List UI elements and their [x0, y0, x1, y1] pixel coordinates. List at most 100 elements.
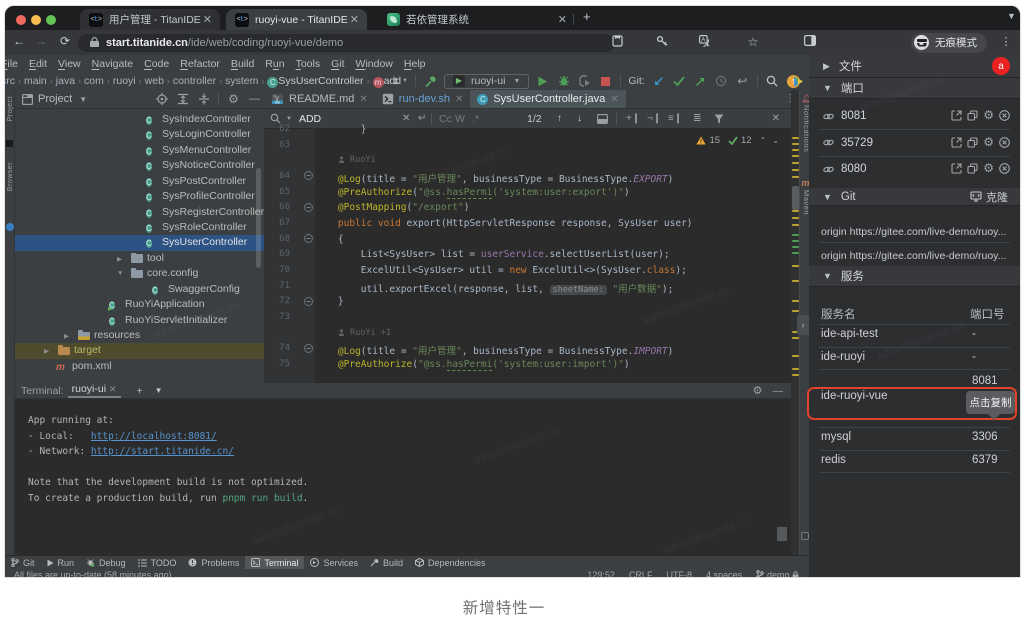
- editor-tabs-more-kebab-icon[interactable]: ⋮: [785, 93, 795, 104]
- port-settings-gear-icon[interactable]: ⚙: [983, 163, 994, 175]
- sidebar-section-files[interactable]: ▶文件: [809, 55, 1020, 78]
- status-indicator[interactable]: 4 spaces: [706, 570, 742, 577]
- tree-item[interactable]: CSysPostController: [15, 174, 264, 189]
- terminal-body[interactable]: App running at:- Local: http://localhost…: [15, 399, 791, 555]
- project-stripe-button[interactable]: Project: [7, 96, 14, 126]
- collapse-all-icon[interactable]: [196, 91, 211, 107]
- run-config-combo[interactable]: ▶ ruoyi-ui ▼: [444, 74, 529, 89]
- browser-menu-kebab-icon[interactable]: ⋮: [998, 35, 1014, 48]
- translate-icon[interactable]: A: [699, 35, 715, 47]
- chevron-right-icon[interactable]: ▶: [44, 347, 49, 355]
- tree-item[interactable]: ▶target: [15, 343, 264, 358]
- open-external-icon[interactable]: [951, 163, 962, 175]
- status-button-run[interactable]: Run: [41, 556, 81, 570]
- password-key-icon[interactable]: [656, 35, 672, 47]
- copy-icon[interactable]: [967, 110, 978, 122]
- breadcrumb-item[interactable]: controller: [173, 75, 216, 87]
- hide-panel-icon[interactable]: —: [247, 91, 262, 107]
- tab-close-icon[interactable]: ✕: [350, 13, 359, 26]
- incognito-badge[interactable]: 无痕模式: [911, 33, 987, 53]
- status-indicator[interactable]: CRLF: [629, 570, 653, 577]
- editor[interactable]: ▼ ADD ✕ ↵ Cc W .* 1/2 ↑ ↓ +❙: [264, 109, 791, 383]
- close-port-icon[interactable]: [999, 163, 1010, 175]
- menu-item[interactable]: View: [58, 58, 81, 70]
- git-push-icon[interactable]: [693, 73, 708, 89]
- port-settings-gear-icon[interactable]: ⚙: [983, 110, 994, 122]
- project-settings-gear-icon[interactable]: ⚙: [226, 91, 241, 107]
- breadcrumb-item[interactable]: ruoyi: [113, 75, 136, 87]
- editor-tab-close-icon[interactable]: ✕: [455, 94, 463, 105]
- status-button-debug[interactable]: Debug: [80, 556, 132, 570]
- editor-tab-close-icon[interactable]: ✕: [359, 94, 367, 105]
- tab-close-icon[interactable]: ✕: [558, 13, 567, 26]
- editor-tab[interactable]: MDREADME.md✕: [264, 90, 375, 108]
- terminal-settings-gear-icon[interactable]: ⚙: [753, 384, 763, 397]
- build-hammer-icon[interactable]: [423, 73, 438, 89]
- menu-item[interactable]: Run: [265, 58, 284, 70]
- tree-item[interactable]: CSysMenuController: [15, 143, 264, 158]
- open-external-icon[interactable]: [951, 110, 962, 122]
- editor-tab[interactable]: CSysUserController.java✕: [470, 90, 625, 108]
- status-button-terminal[interactable]: Terminal: [245, 556, 304, 570]
- project-panel-header[interactable]: Project ▼ ⚙ —: [15, 90, 264, 109]
- open-external-icon[interactable]: [951, 137, 962, 149]
- notification-badge[interactable]: a: [992, 57, 1010, 75]
- status-button-build[interactable]: Build: [364, 556, 409, 570]
- tree-scrollbar-thumb[interactable]: [256, 168, 261, 268]
- terminal-link[interactable]: http://localhost:8081/: [91, 431, 217, 442]
- tree-item[interactable]: CSysRegisterController: [15, 205, 264, 220]
- breadcrumb-item[interactable]: main: [24, 75, 47, 87]
- new-tab-button[interactable]: +: [583, 9, 591, 24]
- tree-item[interactable]: CSysProfileController: [15, 189, 264, 204]
- tab-close-icon[interactable]: ✕: [203, 13, 212, 26]
- copy-icon[interactable]: [967, 137, 978, 149]
- sidebar-section-services[interactable]: ▼服务: [809, 266, 1020, 287]
- stop-icon[interactable]: [598, 73, 613, 89]
- menu-item[interactable]: Tools: [296, 58, 321, 70]
- breadcrumb-item[interactable]: SysUserController: [278, 75, 363, 87]
- run-play-icon[interactable]: [535, 73, 550, 89]
- port-settings-gear-icon[interactable]: ⚙: [983, 137, 994, 149]
- tree-item[interactable]: ▶resources: [15, 328, 264, 343]
- service-row[interactable]: mysql3306: [809, 427, 1020, 450]
- traffic-zoom-button[interactable]: [46, 15, 56, 25]
- status-button-dependencies[interactable]: Dependencies: [409, 556, 492, 570]
- terminal-new-tab-icon[interactable]: +: [137, 385, 143, 397]
- tree-item[interactable]: CSwaggerConfig: [15, 282, 264, 297]
- code-with-me-user-icon[interactable]: ▼: [393, 73, 408, 89]
- breadcrumb-item[interactable]: com: [84, 75, 104, 87]
- chevron-right-icon[interactable]: ▶: [117, 255, 122, 263]
- browser-tab[interactable]: <t>用户管理 - TitanIDE✕: [80, 9, 220, 30]
- close-port-icon[interactable]: [999, 110, 1010, 122]
- tree-item[interactable]: ▶tool: [15, 251, 264, 266]
- breadcrumb-item[interactable]: system: [225, 75, 258, 87]
- clone-button[interactable]: 克隆: [970, 189, 1008, 205]
- status-button-services[interactable]: Services: [304, 556, 364, 570]
- terminal-scrollbar-thumb[interactable]: [777, 527, 787, 541]
- port-row[interactable]: 8081⚙: [809, 103, 1020, 129]
- menu-item[interactable]: Help: [404, 58, 426, 70]
- editor-tab-close-icon[interactable]: ✕: [610, 94, 618, 105]
- menu-item[interactable]: Edit: [29, 58, 47, 70]
- editor-tab[interactable]: run-dev.sh✕: [375, 90, 471, 108]
- browser-stripe-button[interactable]: Browser: [7, 162, 14, 196]
- terminal-dropdown-icon[interactable]: ▼: [155, 386, 163, 395]
- terminal-link[interactable]: http://start.titanide.cn/: [91, 446, 234, 457]
- stripe-bottom-icon[interactable]: [801, 532, 809, 540]
- tree-item[interactable]: CSysUserController: [15, 235, 264, 250]
- menu-item[interactable]: Build: [231, 58, 254, 70]
- traffic-close-button[interactable]: [16, 15, 26, 25]
- menu-item[interactable]: Git: [331, 58, 344, 70]
- coverage-icon[interactable]: [577, 73, 592, 89]
- status-branch[interactable]: demo: [756, 570, 799, 577]
- status-button-todo[interactable]: TODO: [132, 556, 183, 570]
- service-row[interactable]: ide-ruoyi-: [809, 347, 1020, 370]
- status-button-git[interactable]: Git: [5, 556, 41, 570]
- browser-tab[interactable]: <t>ruoyi-vue - TitanIDE✕: [226, 9, 367, 30]
- chevron-down-icon[interactable]: ▼: [117, 270, 123, 277]
- menu-item[interactable]: Navigate: [92, 58, 133, 70]
- bookmark-card-icon[interactable]: [612, 35, 628, 47]
- back-icon[interactable]: ←: [11, 34, 27, 48]
- collapse-sidebar-chevron[interactable]: ›: [797, 315, 809, 335]
- copy-icon[interactable]: [967, 163, 978, 175]
